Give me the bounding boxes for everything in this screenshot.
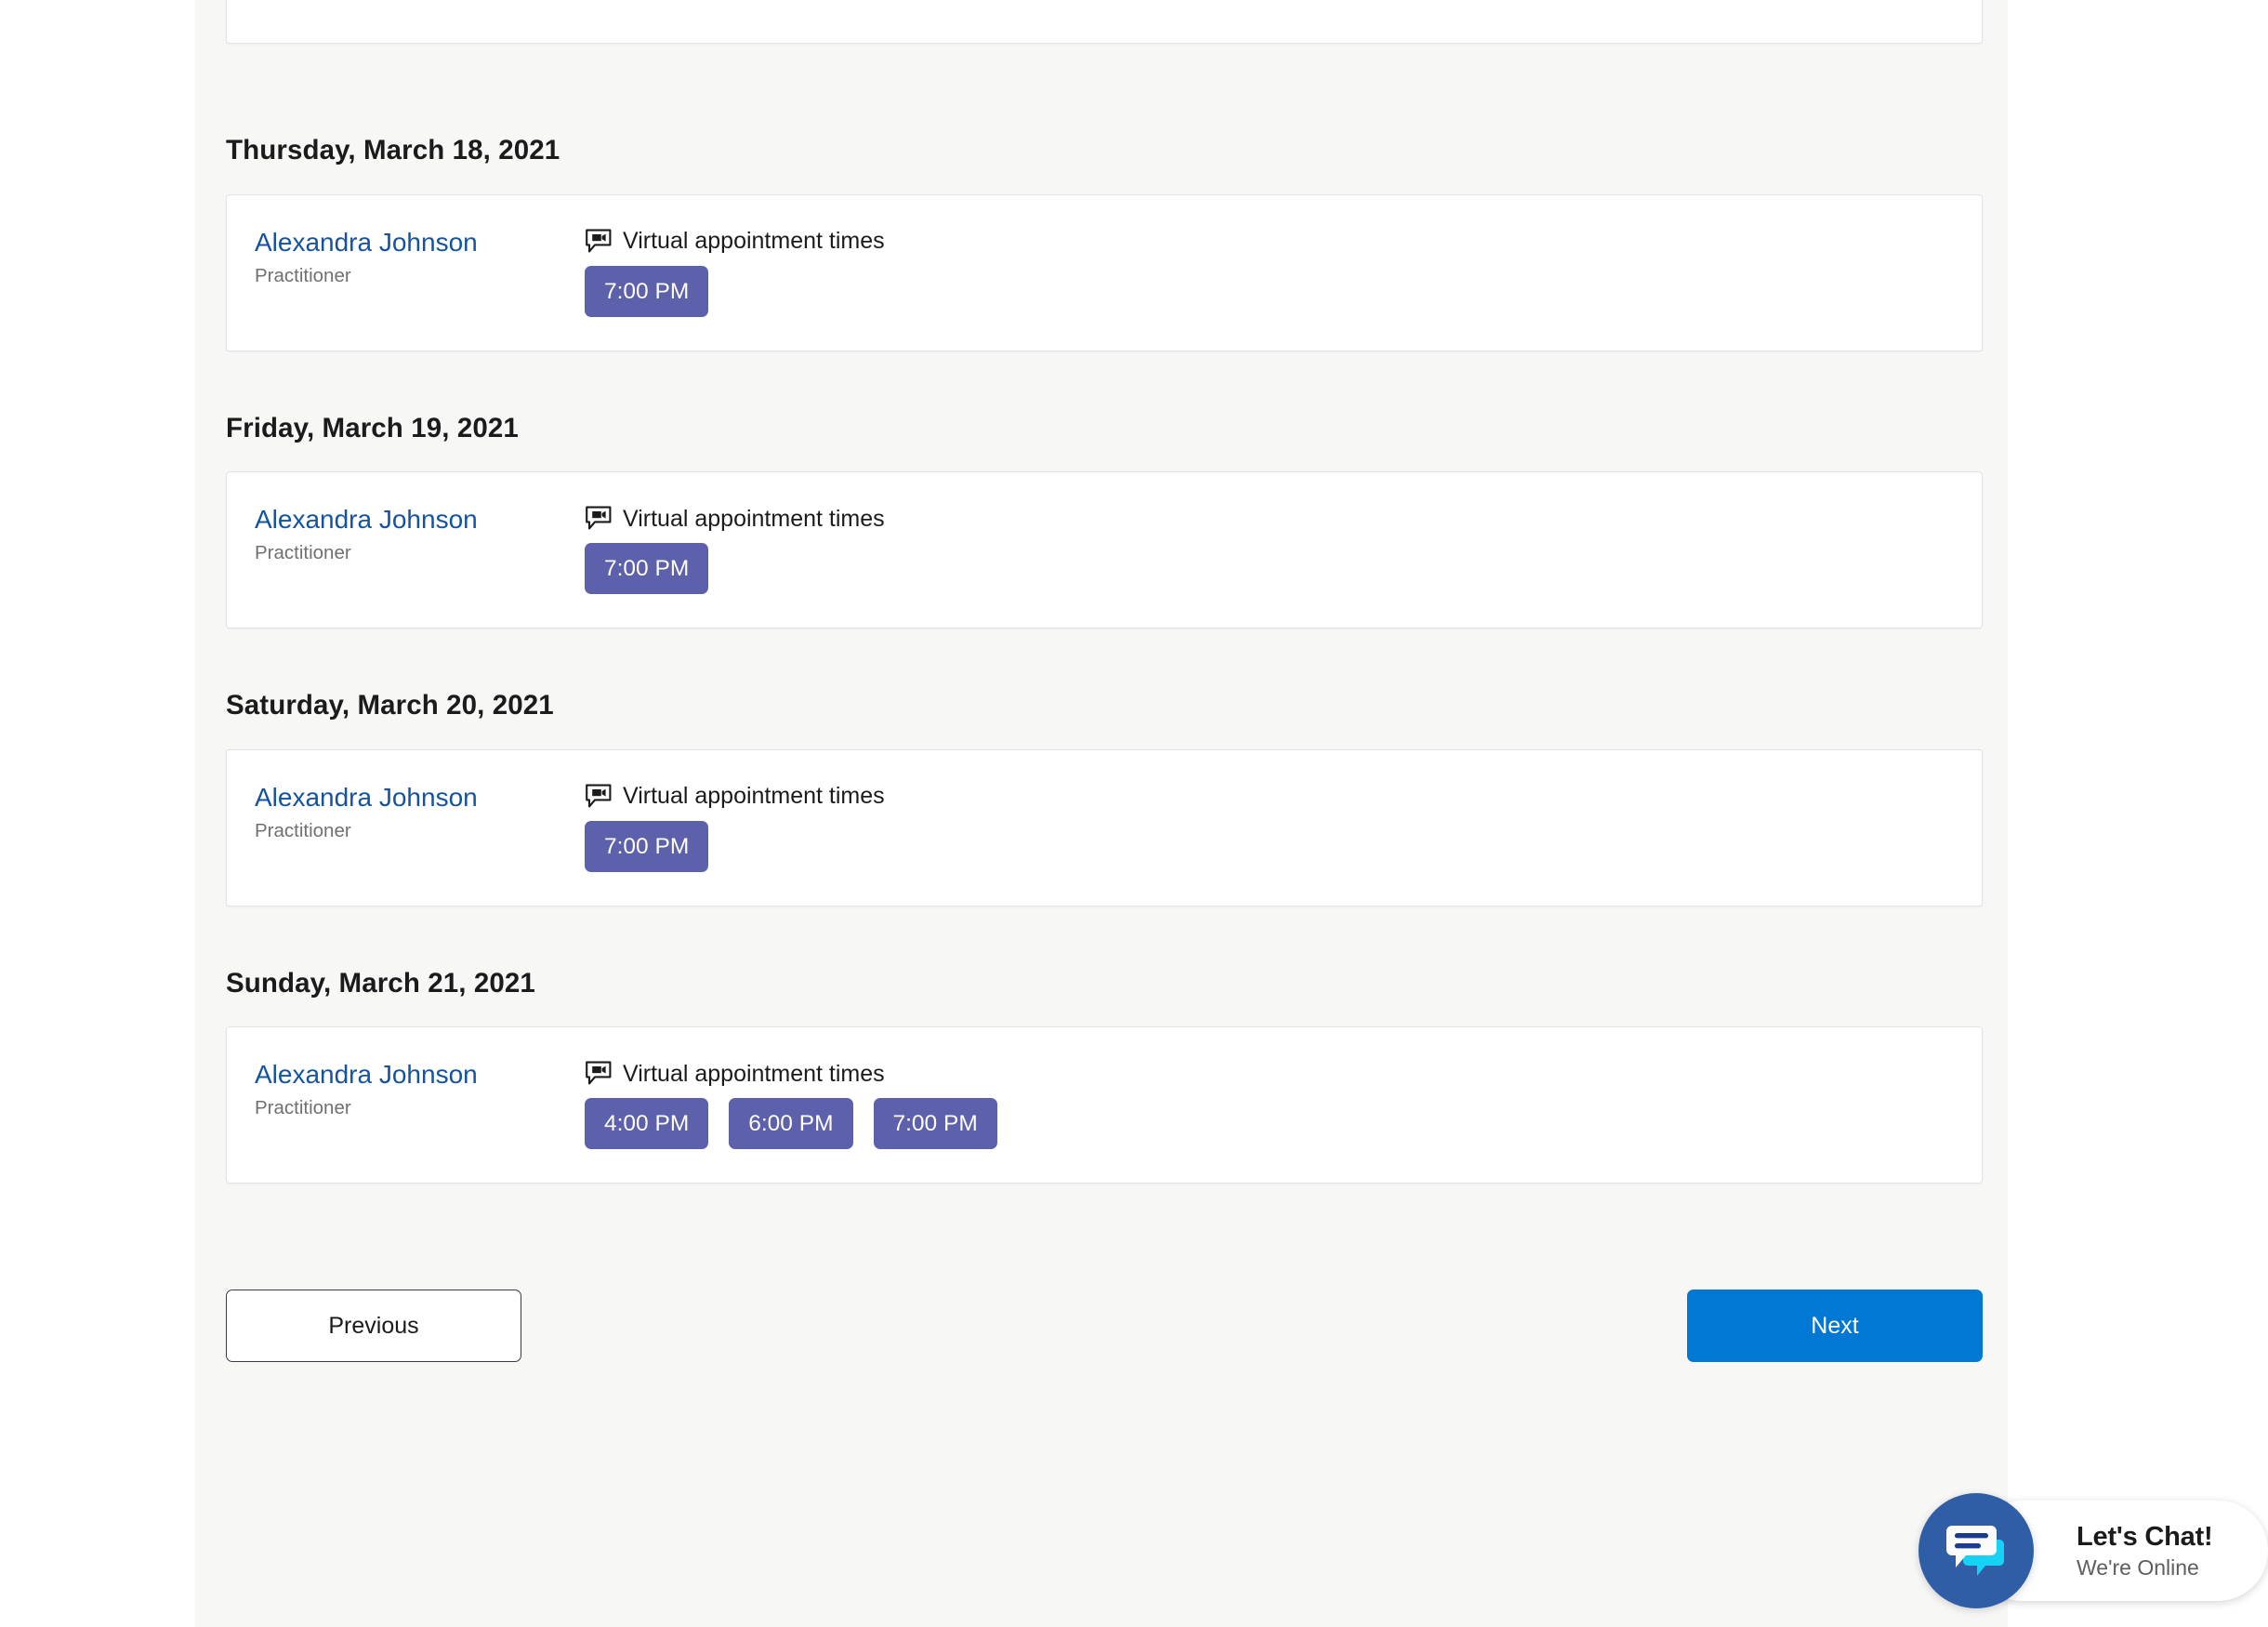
chat-title: Let's Chat! bbox=[2077, 1522, 2268, 1552]
practitioner-role: Practitioner bbox=[255, 1097, 585, 1120]
page-root: Thursday, March 18, 2021 Alexandra Johns… bbox=[0, 0, 2268, 1627]
appointment-slots: Virtual appointment times 7:00 PM bbox=[585, 782, 1982, 872]
practitioner-row: Alexandra Johnson Practitioner Virtual bbox=[227, 504, 1982, 594]
appointment-slots: Virtual appointment times 4:00 PM 6:00 P… bbox=[585, 1059, 1982, 1149]
day-group: Thursday, March 18, 2021 Alexandra Johns… bbox=[226, 137, 1983, 351]
video-chat-icon bbox=[585, 229, 613, 255]
practitioner-row: Alexandra Johnson Practitioner Virtual bbox=[227, 1059, 1982, 1149]
time-slot-list: 7:00 PM bbox=[585, 266, 1982, 317]
practitioner-info: Alexandra Johnson Practitioner bbox=[227, 504, 585, 565]
time-slot-list: 7:00 PM bbox=[585, 543, 1982, 594]
partial-previous-day-card bbox=[226, 0, 1983, 44]
practitioner-role: Practitioner bbox=[255, 265, 585, 288]
time-slot-button[interactable]: 7:00 PM bbox=[874, 1098, 997, 1149]
day-card: Alexandra Johnson Practitioner Virtual bbox=[226, 1026, 1983, 1184]
practitioner-name-link[interactable]: Alexandra Johnson bbox=[255, 782, 585, 813]
practitioner-name-link[interactable]: Alexandra Johnson bbox=[255, 227, 585, 258]
next-button[interactable]: Next bbox=[1687, 1290, 1983, 1362]
practitioner-name-link[interactable]: Alexandra Johnson bbox=[255, 1059, 585, 1090]
slots-label: Virtual appointment times bbox=[623, 1063, 885, 1086]
appointment-slots: Virtual appointment times 7:00 PM bbox=[585, 227, 1982, 317]
time-slot-button[interactable]: 6:00 PM bbox=[729, 1098, 852, 1149]
appointment-slots: Virtual appointment times 7:00 PM bbox=[585, 504, 1982, 594]
practitioner-role: Practitioner bbox=[255, 820, 585, 843]
day-heading: Saturday, March 20, 2021 bbox=[226, 692, 1983, 720]
day-group: Friday, March 19, 2021 Alexandra Johnson… bbox=[226, 415, 1983, 629]
day-card: Alexandra Johnson Practitioner Virtual bbox=[226, 471, 1983, 628]
day-heading: Thursday, March 18, 2021 bbox=[226, 137, 1983, 165]
time-slot-list: 7:00 PM bbox=[585, 821, 1982, 872]
slots-header: Virtual appointment times bbox=[585, 229, 1982, 255]
day-group: Saturday, March 20, 2021 Alexandra Johns… bbox=[226, 692, 1983, 906]
practitioner-info: Alexandra Johnson Practitioner bbox=[227, 227, 585, 288]
practitioner-role: Practitioner bbox=[255, 542, 585, 565]
slots-label: Virtual appointment times bbox=[623, 230, 885, 253]
practitioner-row: Alexandra Johnson Practitioner Virtual bbox=[227, 782, 1982, 872]
time-slot-button[interactable]: 7:00 PM bbox=[585, 543, 708, 594]
time-slot-list: 4:00 PM 6:00 PM 7:00 PM bbox=[585, 1098, 1982, 1149]
practitioner-info: Alexandra Johnson Practitioner bbox=[227, 782, 585, 843]
pagination-controls: Previous Next bbox=[226, 1290, 1983, 1392]
day-heading: Friday, March 19, 2021 bbox=[226, 415, 1983, 443]
booking-content-column: Thursday, March 18, 2021 Alexandra Johns… bbox=[226, 0, 1983, 1392]
chat-bubbles-icon bbox=[1942, 1521, 2011, 1581]
slots-header: Virtual appointment times bbox=[585, 1061, 1982, 1087]
time-slot-button[interactable]: 4:00 PM bbox=[585, 1098, 708, 1149]
day-heading: Sunday, March 21, 2021 bbox=[226, 970, 1983, 998]
practitioner-row: Alexandra Johnson Practitioner Virtual bbox=[227, 227, 1982, 317]
time-slot-button[interactable]: 7:00 PM bbox=[585, 821, 708, 872]
practitioner-info: Alexandra Johnson Practitioner bbox=[227, 1059, 585, 1120]
slots-label: Virtual appointment times bbox=[623, 785, 885, 808]
day-card: Alexandra Johnson Practitioner Virtual bbox=[226, 749, 1983, 906]
day-group: Sunday, March 21, 2021 Alexandra Johnson… bbox=[226, 970, 1983, 1184]
video-chat-icon bbox=[585, 784, 613, 810]
video-chat-icon bbox=[585, 506, 613, 532]
slots-header: Virtual appointment times bbox=[585, 784, 1982, 810]
previous-button[interactable]: Previous bbox=[226, 1290, 521, 1362]
video-chat-icon bbox=[585, 1061, 613, 1087]
day-card: Alexandra Johnson Practitioner Virtual bbox=[226, 194, 1983, 351]
slots-header: Virtual appointment times bbox=[585, 506, 1982, 532]
chat-status: We're Online bbox=[2077, 1555, 2268, 1580]
time-slot-button[interactable]: 7:00 PM bbox=[585, 266, 708, 317]
slots-label: Virtual appointment times bbox=[623, 508, 885, 531]
chat-launcher-button[interactable] bbox=[1919, 1493, 2034, 1608]
booking-scroll-panel: Thursday, March 18, 2021 Alexandra Johns… bbox=[195, 0, 2008, 1627]
practitioner-name-link[interactable]: Alexandra Johnson bbox=[255, 504, 585, 535]
